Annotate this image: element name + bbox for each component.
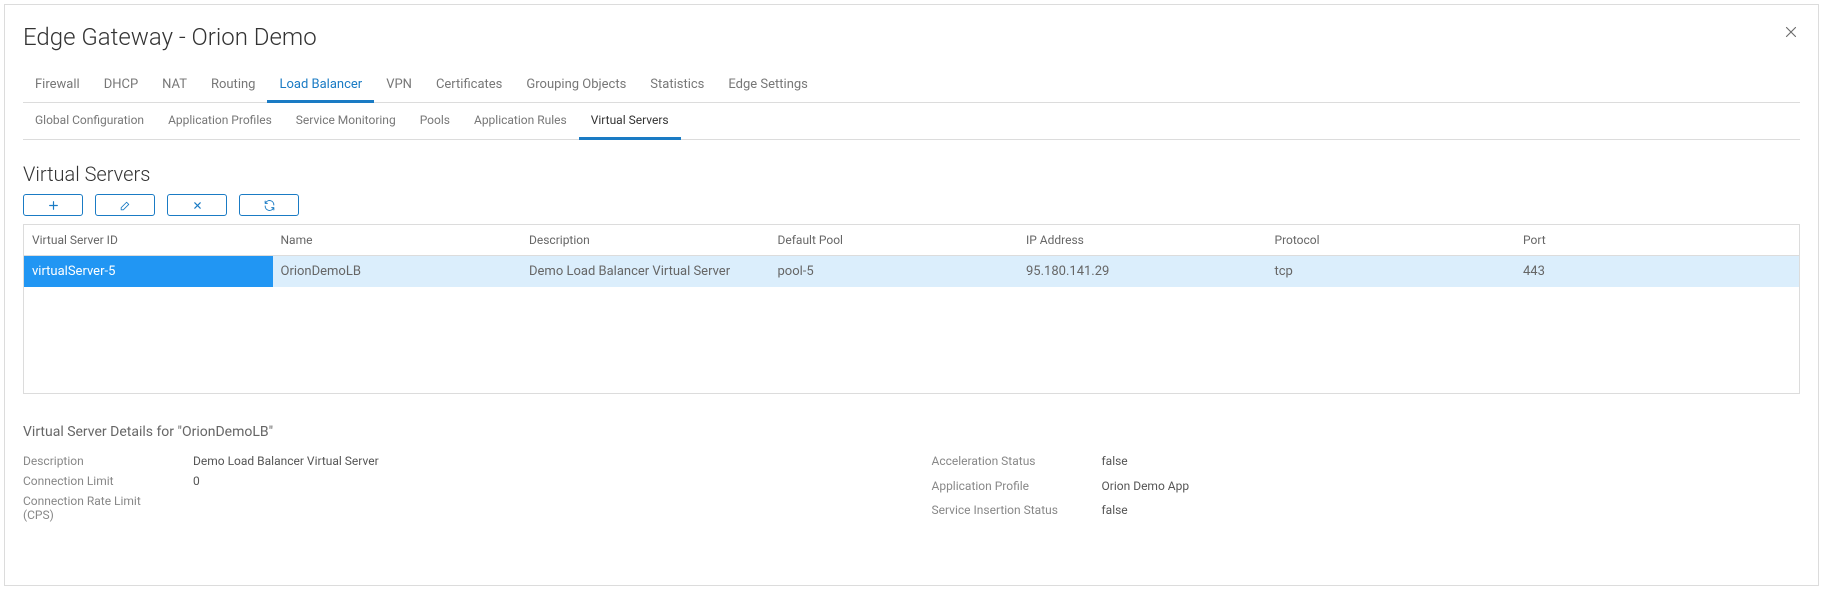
delete-icon (191, 199, 204, 212)
subtab-application-rules[interactable]: Application Rules (462, 103, 579, 140)
detail-label-connection-limit: Connection Limit (23, 474, 173, 488)
detail-label-service-insertion-status: Service Insertion Status (932, 503, 1082, 522)
detail-label-description: Description (23, 454, 173, 468)
col-header-protocol[interactable]: Protocol (1267, 225, 1516, 256)
delete-button[interactable] (167, 194, 227, 216)
close-icon (1782, 23, 1800, 41)
tab-certificates[interactable]: Certificates (424, 69, 514, 103)
tab-statistics[interactable]: Statistics (638, 69, 716, 103)
subtab-application-profiles[interactable]: Application Profiles (156, 103, 284, 140)
tab-dhcp[interactable]: DHCP (92, 69, 150, 103)
cell-ip-address: 95.180.141.29 (1018, 256, 1267, 288)
cell-name: OrionDemoLB (273, 256, 522, 288)
subtab-service-monitoring[interactable]: Service Monitoring (284, 103, 408, 140)
primary-tab-bar: Firewall DHCP NAT Routing Load Balancer … (23, 69, 1800, 103)
secondary-tab-bar: Global Configuration Application Profile… (23, 103, 1800, 140)
tab-edge-settings[interactable]: Edge Settings (716, 69, 820, 103)
tab-vpn[interactable]: VPN (374, 69, 424, 103)
section-title: Virtual Servers (23, 162, 1800, 186)
detail-value-service-insertion-status: false (1102, 503, 1801, 522)
page-title: Edge Gateway - Orion Demo (23, 23, 1800, 51)
tab-firewall[interactable]: Firewall (23, 69, 92, 103)
refresh-button[interactable] (239, 194, 299, 216)
detail-value-description: Demo Load Balancer Virtual Server (193, 454, 892, 468)
detail-value-acceleration-status: false (1102, 454, 1801, 473)
table-row[interactable]: virtualServer-5 OrionDemoLB Demo Load Ba… (24, 256, 1799, 288)
cell-port: 443 (1515, 256, 1799, 288)
detail-value-application-profile: Orion Demo App (1102, 479, 1801, 498)
virtual-servers-table-container: Virtual Server ID Name Description Defau… (23, 224, 1800, 394)
table-header-row: Virtual Server ID Name Description Defau… (24, 225, 1799, 256)
subtab-global-configuration[interactable]: Global Configuration (23, 103, 156, 140)
detail-label-application-profile: Application Profile (932, 479, 1082, 498)
edit-button[interactable] (95, 194, 155, 216)
close-button[interactable] (1782, 23, 1800, 45)
cell-description: Demo Load Balancer Virtual Server (521, 256, 770, 288)
cell-id: virtualServer-5 (24, 256, 273, 288)
add-button[interactable] (23, 194, 83, 216)
tab-load-balancer[interactable]: Load Balancer (267, 69, 374, 103)
details-title: Virtual Server Details for "OrionDemoLB" (23, 424, 1800, 440)
virtual-servers-table: Virtual Server ID Name Description Defau… (24, 225, 1799, 287)
plus-icon (47, 199, 60, 212)
details-panel: Description Demo Load Balancer Virtual S… (23, 454, 1800, 522)
tab-nat[interactable]: NAT (150, 69, 199, 103)
detail-label-acceleration-status: Acceleration Status (932, 454, 1082, 473)
detail-label-connection-rate-limit: Connection Rate Limit (CPS) (23, 494, 173, 522)
details-left-column: Description Demo Load Balancer Virtual S… (23, 454, 892, 522)
detail-value-connection-limit: 0 (193, 474, 892, 488)
col-header-ip-address[interactable]: IP Address (1018, 225, 1267, 256)
col-header-name[interactable]: Name (273, 225, 522, 256)
cell-default-pool: pool-5 (770, 256, 1019, 288)
details-right-column: Acceleration Status false Application Pr… (932, 454, 1801, 522)
col-header-default-pool[interactable]: Default Pool (770, 225, 1019, 256)
subtab-pools[interactable]: Pools (408, 103, 462, 140)
edge-gateway-modal: Edge Gateway - Orion Demo Firewall DHCP … (4, 4, 1819, 586)
tab-routing[interactable]: Routing (199, 69, 267, 103)
col-header-id[interactable]: Virtual Server ID (24, 225, 273, 256)
toolbar (23, 194, 1800, 216)
tab-grouping-objects[interactable]: Grouping Objects (514, 69, 638, 103)
subtab-virtual-servers[interactable]: Virtual Servers (579, 103, 681, 140)
detail-value-connection-rate-limit (193, 494, 892, 522)
col-header-description[interactable]: Description (521, 225, 770, 256)
col-header-port[interactable]: Port (1515, 225, 1799, 256)
refresh-icon (263, 199, 276, 212)
cell-protocol: tcp (1267, 256, 1516, 288)
edit-icon (119, 199, 132, 212)
